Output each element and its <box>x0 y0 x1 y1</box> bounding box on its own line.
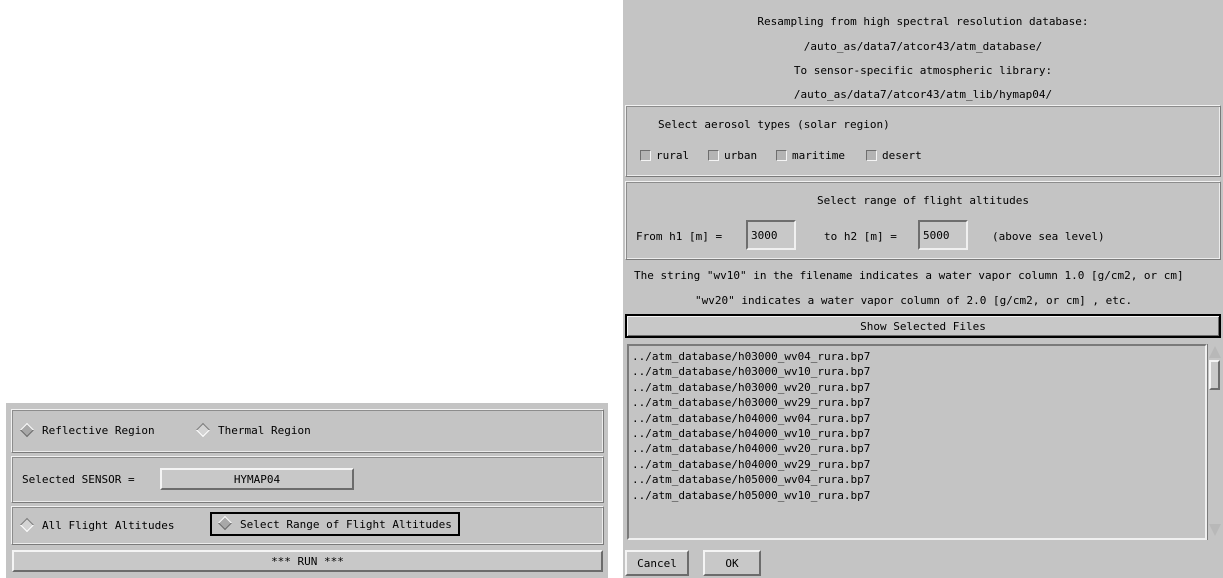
info-line-1: The string "wv10" in the filename indica… <box>634 269 1184 282</box>
aerosol-urban-checkbox[interactable]: urban <box>708 149 757 162</box>
aerosol-title: Select aerosol types (solar region) <box>658 118 890 131</box>
select-range-radio[interactable]: Select Range of Flight Altitudes <box>210 512 460 536</box>
checkbox-icon <box>866 150 877 161</box>
reflective-region-label: Reflective Region <box>42 424 155 437</box>
h2-input[interactable] <box>918 220 968 250</box>
file-list-item[interactable]: ../atm_database/h04000_wv29_rura.bp7 <box>629 457 1205 472</box>
resample-dialog: Resampling from high spectral resolution… <box>623 0 1223 578</box>
header-line-2: /auto_as/data7/atcor43/atm_database/ <box>803 40 1043 53</box>
header-line-4: /auto_as/data7/atcor43/atm_lib/hymap04/ <box>793 88 1053 101</box>
file-list-item[interactable]: ../atm_database/h03000_wv29_rura.bp7 <box>629 395 1205 410</box>
scroll-up-arrow-icon[interactable] <box>1209 346 1221 358</box>
altitude-range-frame: Select range of flight altitudes From h1… <box>625 181 1221 260</box>
file-list-item[interactable]: ../atm_database/h04000_wv04_rura.bp7 <box>629 411 1205 426</box>
file-list-item[interactable]: ../atm_database/h04000_wv10_rura.bp7 <box>629 426 1205 441</box>
aerosol-rural-label: rural <box>656 149 690 162</box>
aerosol-urban-label: urban <box>724 149 758 162</box>
checkbox-icon <box>708 150 719 161</box>
file-list-item[interactable]: ../atm_database/h03000_wv04_rura.bp7 <box>629 349 1205 364</box>
show-selected-files-button[interactable]: Show Selected Files <box>625 314 1221 338</box>
aerosol-desert-label: desert <box>882 149 922 162</box>
file-list-item[interactable]: ../atm_database/h03000_wv20_rura.bp7 <box>629 380 1205 395</box>
altitude-note: (above sea level) <box>992 230 1105 243</box>
radio-indicator-icon <box>217 515 233 531</box>
region-frame: Reflective Region Thermal Region <box>11 409 604 453</box>
scroll-down-arrow-icon[interactable] <box>1209 524 1221 536</box>
file-list-item[interactable]: ../atm_database/h03000_wv10_rura.bp7 <box>629 364 1205 379</box>
radio-indicator-icon <box>19 422 35 437</box>
aerosol-frame: Select aerosol types (solar region) rura… <box>625 105 1221 177</box>
sensor-select-button[interactable]: HYMAP04 <box>160 468 354 490</box>
sensor-label: Selected SENSOR = <box>22 473 135 486</box>
h1-input[interactable] <box>746 220 796 250</box>
file-list-item[interactable]: ../atm_database/h04000_wv20_rura.bp7 <box>629 441 1205 456</box>
radio-indicator-icon <box>19 517 35 532</box>
file-list-scrollbar[interactable] <box>1207 344 1221 540</box>
file-list-item[interactable]: ../atm_database/h05000_wv04_rura.bp7 <box>629 472 1205 487</box>
thermal-region-radio[interactable]: Thermal Region <box>195 422 311 437</box>
cancel-button[interactable]: Cancel <box>625 550 689 576</box>
h2-label: to h2 [m] = <box>824 230 897 243</box>
h1-label: From h1 [m] = <box>636 230 723 243</box>
ok-button[interactable]: OK <box>703 550 761 576</box>
altitude-range-title: Select range of flight altitudes <box>817 194 1029 207</box>
select-range-label: Select Range of Flight Altitudes <box>240 517 452 531</box>
info-line-2: "wv20" indicates a water vapor column of… <box>695 294 1133 307</box>
thermal-region-label: Thermal Region <box>218 424 311 437</box>
all-altitudes-radio[interactable]: All Flight Altitudes <box>19 517 175 532</box>
file-list-rows: ../atm_database/h03000_wv04_rura.bp7 ../a… <box>629 346 1205 503</box>
radio-indicator-icon <box>195 422 211 437</box>
aerosol-rural-checkbox[interactable]: rural <box>640 149 689 162</box>
header-line-1: Resampling from high spectral resolution… <box>757 15 1089 28</box>
scrollbar-thumb[interactable] <box>1209 360 1220 390</box>
altitude-mode-frame: All Flight Altitudes Select Range of Fli… <box>11 506 604 545</box>
run-panel: Reflective Region Thermal Region Selecte… <box>6 403 608 578</box>
aerosol-desert-checkbox[interactable]: desert <box>866 149 922 162</box>
header-line-3: To sensor-specific atmospheric library: <box>793 64 1053 77</box>
checkbox-icon <box>640 150 651 161</box>
file-list[interactable]: ../atm_database/h03000_wv04_rura.bp7 ../a… <box>627 344 1207 540</box>
file-list-item[interactable]: ../atm_database/h05000_wv10_rura.bp7 <box>629 488 1205 503</box>
all-altitudes-label: All Flight Altitudes <box>42 519 175 532</box>
aerosol-maritime-checkbox[interactable]: maritime <box>776 149 845 162</box>
run-button[interactable]: *** RUN *** <box>12 550 603 572</box>
aerosol-maritime-label: maritime <box>792 149 845 162</box>
sensor-frame: Selected SENSOR = HYMAP04 <box>11 456 604 503</box>
reflective-region-radio[interactable]: Reflective Region <box>19 422 155 437</box>
checkbox-icon <box>776 150 787 161</box>
